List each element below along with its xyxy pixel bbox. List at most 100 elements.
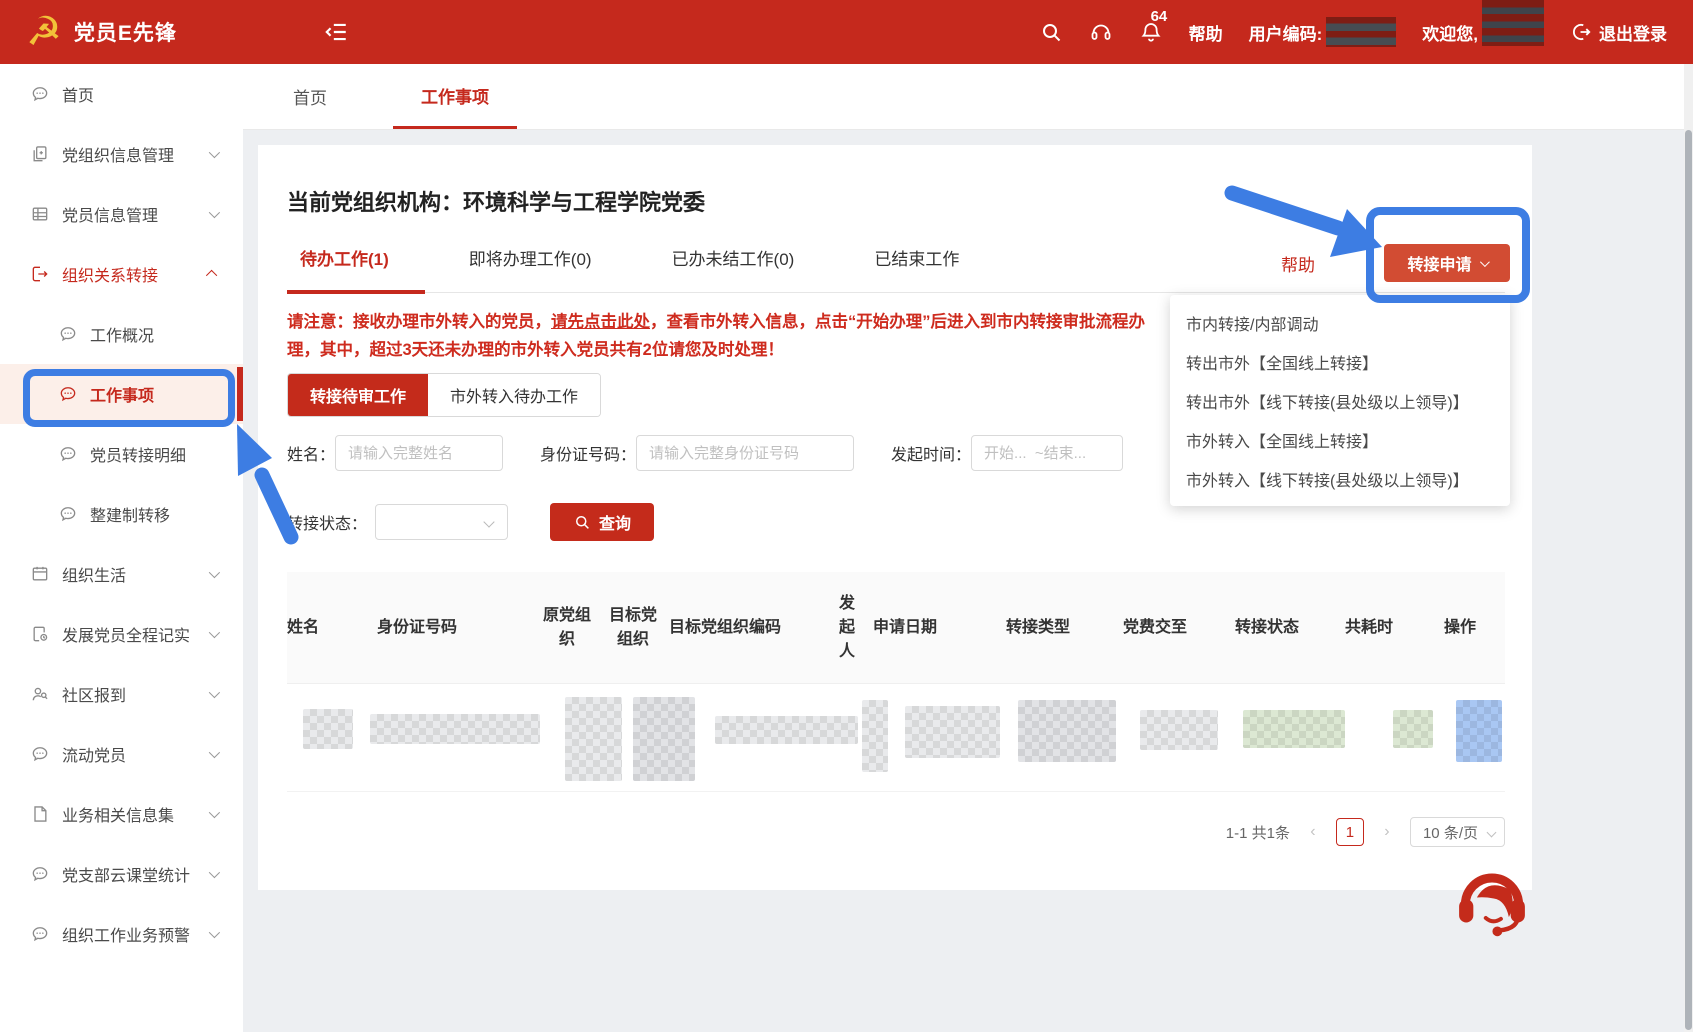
headset-icon[interactable] <box>1089 20 1113 44</box>
redacted-name-cell <box>303 709 353 749</box>
menu-item-in-city-online[interactable]: 市外转入【全国线上转接】 <box>1170 420 1510 459</box>
transfer-status-select[interactable] <box>375 504 508 540</box>
search-query-button[interactable]: 查询 <box>550 503 654 541</box>
search-icon[interactable] <box>1039 20 1063 44</box>
redacted-status-cell <box>1243 710 1345 748</box>
col-initiator: 发起人 <box>837 592 857 664</box>
active-tab-underline <box>287 290 425 294</box>
menu-item-out-city-offline[interactable]: 转出市外【线下转接(县处级以上领导)】 <box>1170 381 1510 420</box>
current-org-title: 当前党组织机构：环境科学与工程学院党委 <box>287 185 705 217</box>
col-total-time: 共耗时 <box>1323 616 1415 640</box>
sidebar-item-bulk-transfer[interactable]: 整建制转移 <box>0 484 243 544</box>
chat-icon <box>58 444 78 464</box>
redacted-initiator-cell <box>862 700 888 772</box>
chevron-up-icon <box>206 270 217 281</box>
redacted-original-org-cell <box>565 697 622 781</box>
tab-unfinished-work[interactable]: 已办未结工作(0) <box>672 245 795 290</box>
menu-item-intra-city-transfer[interactable]: 市内转接/内部调动 <box>1170 303 1510 342</box>
vertical-scrollbar[interactable] <box>1684 64 1693 1032</box>
chat-icon <box>58 324 78 344</box>
logout-button[interactable]: 退出登录 <box>1570 20 1667 45</box>
col-apply-date: 申请日期 <box>865 616 977 640</box>
start-time-range-input[interactable] <box>971 435 1123 471</box>
prev-page-icon[interactable]: ‹ <box>1306 823 1320 841</box>
notice-click-here-link[interactable]: 请先点击此处 <box>551 313 650 331</box>
people-icon <box>30 684 50 704</box>
main-card: 当前党组织机构：环境科学与工程学院党委 待办工作(1) 即将办理工作(0) 已办… <box>258 145 1532 890</box>
sidebar-item-develop-record[interactable]: 发展党员全程记实 <box>0 604 243 664</box>
tab-pending-work[interactable]: 待办工作(1) <box>300 245 389 290</box>
tab-finished-work[interactable]: 已结束工作 <box>874 245 959 290</box>
chat-icon <box>30 924 50 944</box>
transfer-status-label: 转接状态： <box>287 510 367 534</box>
sidebar-item-work-warning[interactable]: 组织工作业务预警 <box>0 904 243 964</box>
col-original-org: 原党组织 <box>537 604 597 652</box>
scrollbar-thumb[interactable] <box>1685 130 1692 1030</box>
name-label: 姓名： <box>287 441 335 465</box>
chevron-down-icon <box>209 747 220 758</box>
work-items-table: 姓名 身份证号码 原党组织 目标党组织 目标党组织编码 发起人 申请日期 转接类… <box>287 572 1505 792</box>
page-tab-bar: 首页 工作事项 <box>243 64 1693 130</box>
help-link[interactable]: 帮助 <box>1281 251 1315 276</box>
transfer-request-button[interactable]: 转接申请 <box>1384 244 1510 282</box>
app-root: ☭ 党员E先锋 64 帮助 用户编码: 欢迎您, 退出登录 <box>0 0 1693 1032</box>
menu-item-in-city-offline[interactable]: 市外转入【线下转接(县处级以上领导)】 <box>1170 459 1510 498</box>
doc-seal-icon <box>30 624 50 644</box>
tab-upcoming-work[interactable]: 即将办理工作(0) <box>469 245 592 290</box>
page-tab-home[interactable]: 首页 <box>265 64 355 129</box>
collapse-menu-icon[interactable] <box>323 19 349 45</box>
app-title: 党员E先锋 <box>74 17 177 47</box>
topbar-right: 64 帮助 用户编码: 欢迎您, 退出登录 <box>1039 0 1667 64</box>
party-emblem-icon: ☭ <box>26 12 62 52</box>
sidebar-item-home[interactable]: 首页 <box>0 64 243 124</box>
customer-service-button[interactable] <box>1452 862 1532 942</box>
sidebar-item-work-overview[interactable]: 工作概况 <box>0 304 243 364</box>
id-number-input[interactable] <box>636 435 854 471</box>
chevron-down-icon <box>483 516 494 527</box>
sidebar-item-business-info[interactable]: 业务相关信息集 <box>0 784 243 844</box>
next-page-icon[interactable]: › <box>1380 823 1394 841</box>
sidebar-item-org-life[interactable]: 组织生活 <box>0 544 243 604</box>
redacted-transfer-type-cell <box>1018 700 1116 762</box>
menu-item-out-city-online[interactable]: 转出市外【全国线上转接】 <box>1170 342 1510 381</box>
table-row-redacted[interactable] <box>287 684 1505 792</box>
redacted-action-cell <box>1456 700 1502 762</box>
help-topbar-link[interactable]: 帮助 <box>1189 20 1223 45</box>
subtab-transfer-pending-review[interactable]: 转接待审工作 <box>288 374 428 416</box>
sidebar-item-org-info[interactable]: 党组织信息管理 <box>0 124 243 184</box>
transfer-icon <box>30 264 50 284</box>
customer-service-icon <box>1452 862 1532 942</box>
redacted-target-org-code-cell <box>715 716 858 744</box>
subtab-outside-city-pending[interactable]: 市外转入待办工作 <box>428 374 600 416</box>
chat-icon <box>30 864 50 884</box>
col-name: 姓名 <box>287 616 377 640</box>
sidebar-item-member-info[interactable]: 党员信息管理 <box>0 184 243 244</box>
chevron-down-icon <box>209 927 220 938</box>
sidebar-item-community-report[interactable]: 社区报到 <box>0 664 243 724</box>
page-size-select[interactable]: 10 条/页 <box>1410 817 1505 847</box>
page-number-button[interactable]: 1 <box>1336 818 1364 846</box>
chevron-down-icon <box>209 627 220 638</box>
sidebar-item-cloud-class-stats[interactable]: 党支部云课堂统计 <box>0 844 243 904</box>
welcome-label: 欢迎您, <box>1422 20 1478 45</box>
sidebar-item-mobile-members[interactable]: 流动党员 <box>0 724 243 784</box>
col-target-org: 目标党组织 <box>607 604 659 652</box>
sidebar-item-work-items[interactable]: 工作事项 <box>0 364 243 424</box>
chat-icon <box>58 384 78 404</box>
chevron-down-icon <box>209 567 220 578</box>
notification-count-badge: 64 <box>1151 8 1168 25</box>
col-transfer-type: 转接类型 <box>977 616 1099 640</box>
table-header-row: 姓名 身份证号码 原党组织 目标党组织 目标党组织编码 发起人 申请日期 转接类… <box>287 572 1505 684</box>
name-input[interactable] <box>335 435 503 471</box>
chat-icon <box>30 744 50 764</box>
sidebar-item-relation-transfer[interactable]: 组织关系转接 <box>0 244 243 304</box>
sidebar-item-transfer-detail[interactable]: 党员转接明细 <box>0 424 243 484</box>
filter-row-1: 姓名： 身份证号码： 发起时间： <box>287 435 1123 471</box>
transfer-request-dropdown: 市内转接/内部调动 转出市外【全国线上转接】 转出市外【线下转接(县处级以上领导… <box>1170 295 1510 506</box>
col-actions: 操作 <box>1415 616 1505 640</box>
chat-icon <box>30 84 50 104</box>
tab-separator <box>287 292 1505 293</box>
bell-icon[interactable]: 64 <box>1139 20 1163 44</box>
page-tab-work-items[interactable]: 工作事项 <box>393 64 517 129</box>
chevron-down-icon <box>1479 257 1489 267</box>
